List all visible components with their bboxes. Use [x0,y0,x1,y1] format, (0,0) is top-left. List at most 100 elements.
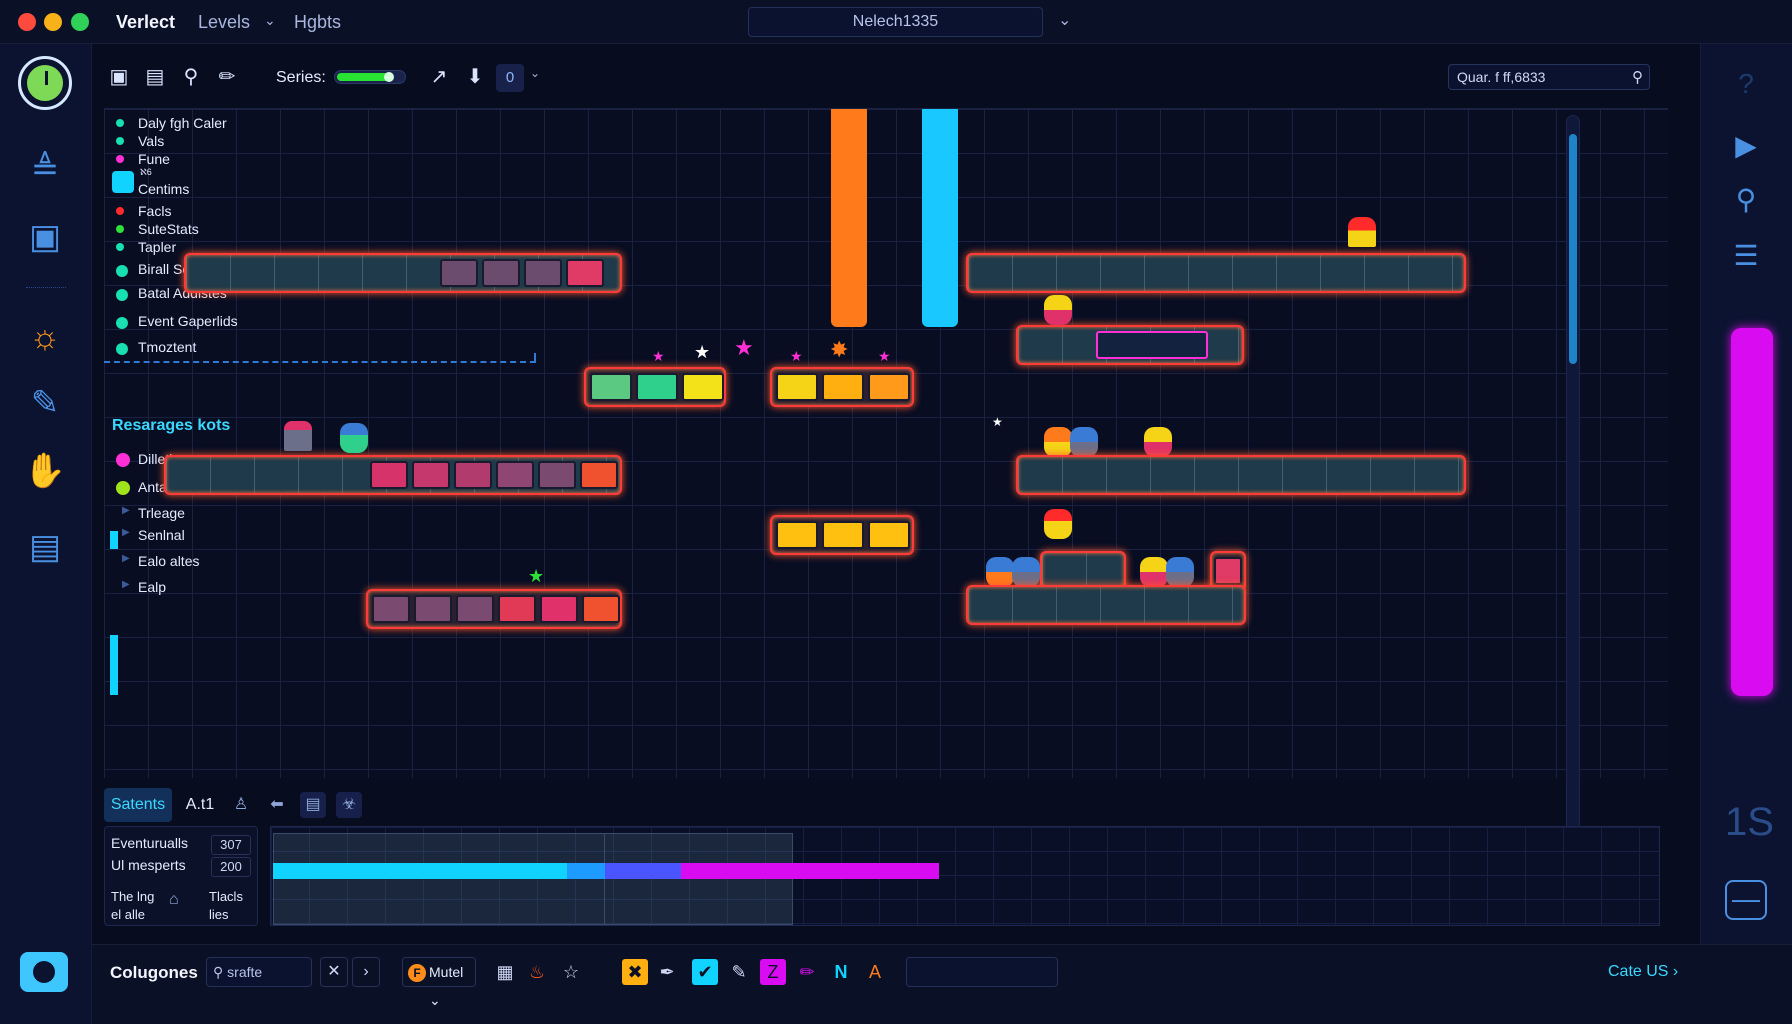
timeline-segment[interactable] [681,863,939,879]
series-slider-knob[interactable] [383,72,394,82]
sun-icon[interactable]: ☼ [20,314,70,360]
legend-item[interactable]: Tapler [138,239,176,255]
expand-arrow-icon[interactable]: ▶ [122,553,130,564]
project-name-field[interactable]: Nelech1335 [748,7,1043,37]
timeline-segment[interactable] [273,863,567,879]
minimize-window-button[interactable] [44,13,62,31]
chevron-down-icon[interactable]: ⌄ [530,66,540,80]
tab-satents[interactable]: Satents [104,788,172,822]
clock-icon[interactable] [18,56,72,110]
legend-item[interactable]: Vals [138,133,164,149]
legend-item[interactable]: Senlnal [138,527,185,543]
magic-brush-icon[interactable]: ✏ [794,959,820,985]
stat-value[interactable]: 200 [211,857,251,877]
footer-empty-field[interactable] [906,957,1058,987]
legend-item[interactable]: SuteStats [138,221,199,237]
enemy-sprite[interactable] [1044,427,1072,457]
block-group[interactable] [584,367,726,407]
monitor-icon[interactable]: ▣ [106,64,132,90]
pin-icon[interactable]: ⚲ [1723,180,1769,220]
legend-item[interactable]: Fune [138,151,170,167]
zigzag-icon[interactable]: Z [760,959,786,985]
legend-item[interactable]: Daly fgh Caler [138,115,227,131]
enemy-sprite[interactable] [340,423,368,453]
grid-icon[interactable]: ▦ [492,959,518,985]
play-icon[interactable]: ▶ [1723,126,1769,166]
timeline-segment[interactable] [605,863,681,879]
level-canvas[interactable]: Daly fgh Caler Vals Fune ℵ6 Centims Facls Sute… [104,108,1668,778]
home-icon[interactable]: ⌂ [169,891,179,909]
search-icon[interactable]: ⚲ [1632,68,1643,86]
clear-button[interactable]: ✕ [320,957,348,987]
timeline-window[interactable] [273,833,793,925]
series-slider[interactable] [334,70,406,84]
enemy-sprite[interactable] [1166,557,1194,587]
robot-icon[interactable]: ☣ [336,792,362,818]
maximize-window-button[interactable] [71,13,89,31]
chevron-down-icon[interactable]: ⌄ [264,12,276,29]
menu-hgbts[interactable]: Hgbts [294,12,341,33]
timeline-segment[interactable] [567,863,605,879]
legend-item[interactable]: Tmoztent [138,339,196,355]
zero-button[interactable]: 0 [496,64,524,92]
pencil-icon[interactable]: ✎ [726,959,752,985]
block-group[interactable] [770,515,914,555]
platform[interactable] [184,253,622,293]
minus-button[interactable]: — [1725,880,1767,920]
expand-icon[interactable]: ↗ [426,64,452,90]
timeline[interactable] [270,826,1660,926]
legend-item[interactable]: Trleage [138,505,185,521]
search-icon[interactable]: ⚲ [178,64,204,90]
help-icon[interactable]: ? [1723,64,1769,104]
enemy-sprite[interactable] [284,421,312,451]
expand-arrow-icon[interactable]: ▶ [122,579,130,590]
checkbox-icon[interactable]: ✔ [692,959,718,985]
flame-icon[interactable]: ♨ [524,959,550,985]
search-input[interactable]: Quar. f ff,6833 ⚲ [1448,64,1650,90]
document-icon[interactable]: ▤ [142,64,168,90]
back-icon[interactable]: ⬅ [264,792,290,818]
map-icon[interactable]: ▤ [20,524,70,570]
player-sprite[interactable] [1348,217,1376,247]
a-icon[interactable]: A [862,959,888,985]
legend-item[interactable]: Ealo altes [138,553,199,569]
platform[interactable] [966,253,1466,293]
close-window-button[interactable] [18,13,36,31]
block-group[interactable] [366,589,622,629]
expand-arrow-icon[interactable]: ▶ [122,527,130,538]
cross-icon[interactable]: ✖ [622,959,648,985]
enemy-sprite[interactable] [1012,557,1040,587]
cate-us-link[interactable]: Cate US › [1608,963,1678,981]
platform[interactable] [164,455,622,495]
camera-icon[interactable] [20,952,68,992]
enemy-sprite[interactable] [1044,295,1072,325]
platform[interactable] [966,585,1246,625]
terrain-tool-icon[interactable]: ▣ [20,214,70,260]
pen-icon[interactable]: ✏ [214,64,240,90]
tab-a-t1[interactable]: A.t1 [178,788,222,822]
next-button[interactable]: › [352,957,380,987]
tree-icon[interactable]: ☆ [558,959,584,985]
legend-item[interactable]: Centims [138,181,189,197]
footer-search-input[interactable]: ⚲ srafte [206,957,312,987]
expand-arrow-icon[interactable]: ▶ [122,505,130,516]
chevron-down-icon[interactable]: ⌄ [1058,10,1071,30]
image-icon[interactable]: ▤ [300,792,326,818]
enemy-sprite[interactable] [1044,509,1072,539]
scrollbar-thumb[interactable] [1569,134,1577,364]
feather-icon[interactable]: ✒ [654,959,680,985]
motion-tool-icon[interactable]: ≜ [20,146,70,192]
menu-levels[interactable]: Levels [198,12,250,33]
brush-icon[interactable]: ✎ [20,380,70,426]
legend-item[interactable]: Ealp [138,579,166,595]
legend-item[interactable]: Facls [138,203,171,219]
person-icon[interactable]: ♙ [228,792,254,818]
n-icon[interactable]: N [828,959,854,985]
legend-item[interactable]: Event Gaperlids [138,313,238,329]
enemy-sprite[interactable] [1070,427,1098,457]
mutel-button[interactable]: F Mutel ⌄ [402,957,476,1008]
enemy-sprite[interactable] [986,557,1014,587]
platform[interactable] [1016,325,1244,365]
download-icon[interactable]: ⬇ [462,64,488,90]
hand-icon[interactable]: ✋ [20,448,70,494]
